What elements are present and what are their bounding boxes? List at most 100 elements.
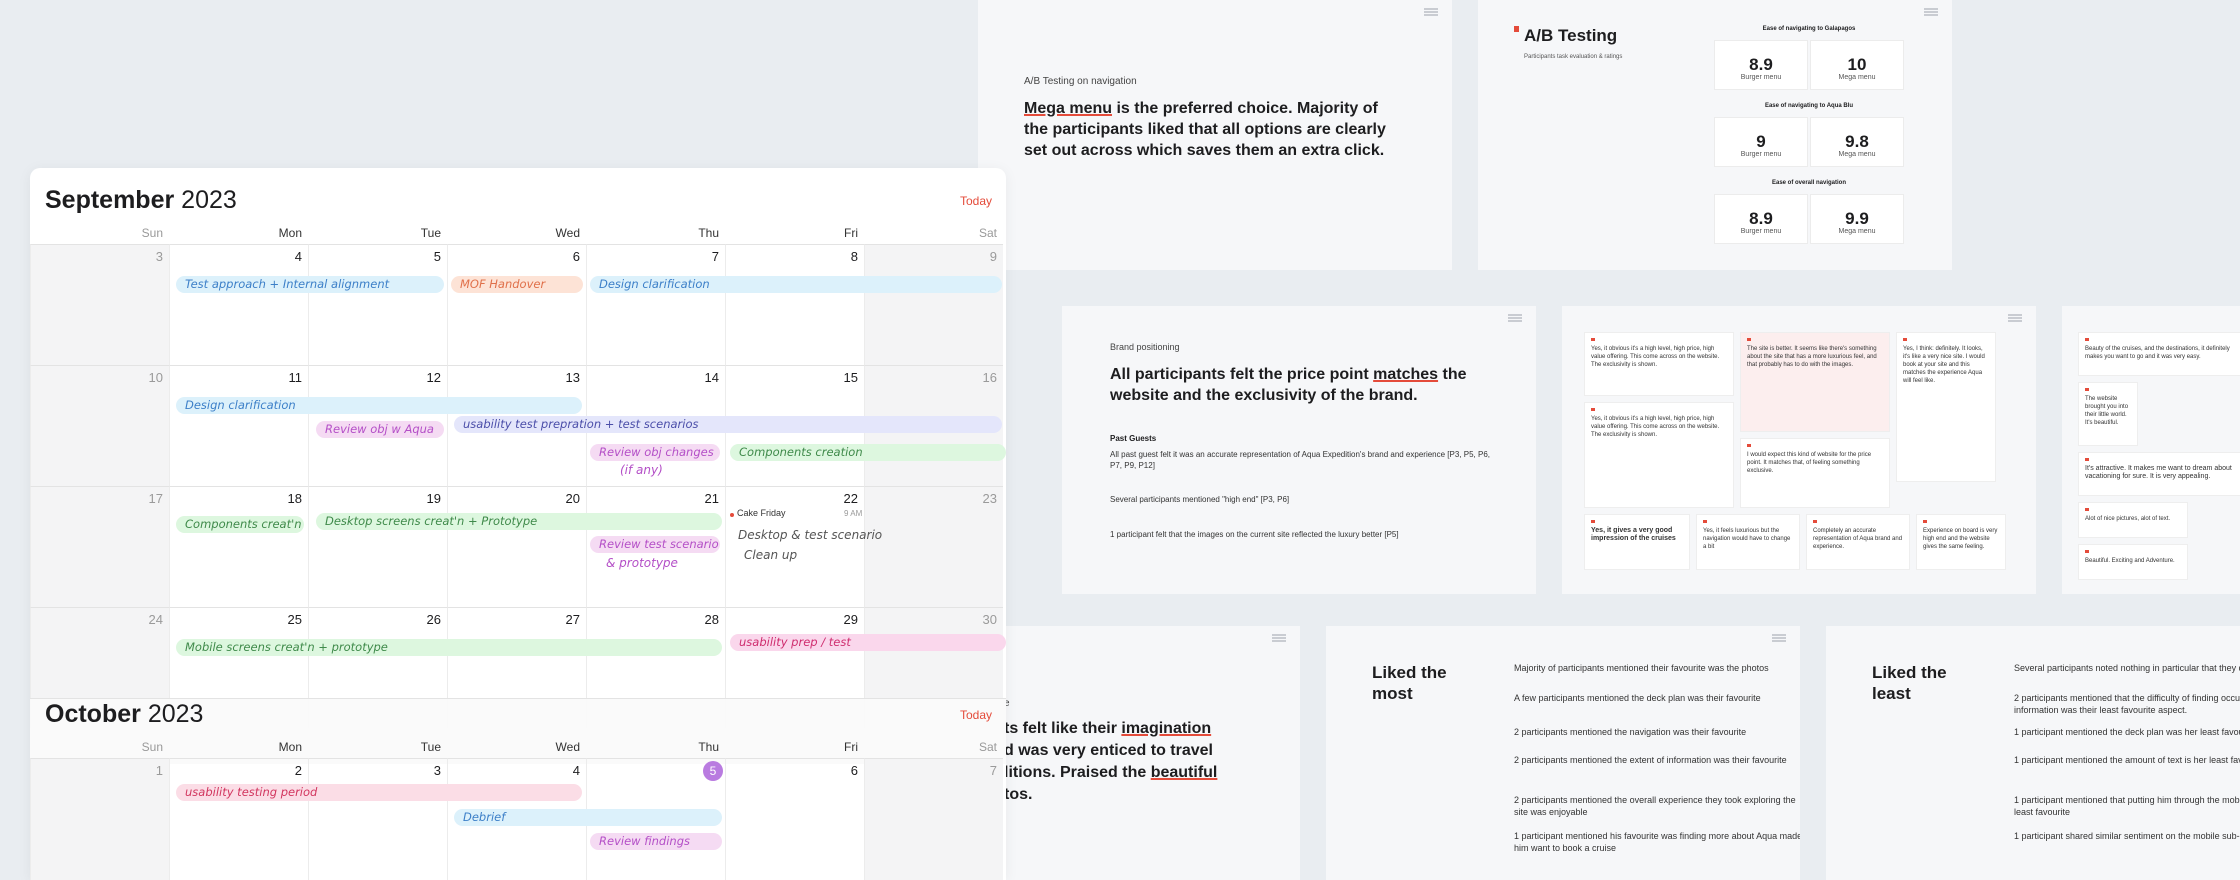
event-mobile-screens[interactable]: Mobile screens creat'n + prototype — [176, 639, 722, 656]
imagination-line: ts felt like their — [1004, 720, 1122, 737]
brand-p2: Several participants mentioned "high end… — [1110, 495, 1290, 504]
event-usability-prep[interactable]: usability prep / test — [730, 634, 1006, 651]
liked-item: A few participants mentioned the deck pl… — [1514, 693, 1761, 703]
brand-headline-highlight: matches — [1373, 366, 1439, 383]
score-box-mega: 10 Mega menu — [1810, 40, 1904, 90]
score-box-mega: 9.9 Mega menu — [1810, 194, 1904, 244]
event-if-any-note: (if any) — [620, 463, 663, 477]
event-dot-icon — [730, 513, 734, 517]
score-caption: Mega menu — [1838, 151, 1876, 158]
score-group-label: Ease of navigating to Galapagos — [1762, 26, 1856, 32]
liked-least-card: Liked the least Several participants not… — [1826, 626, 2240, 880]
event-debrief[interactable]: Debrief — [454, 809, 722, 826]
event-desktop-test-note: Desktop & test scenario — [738, 528, 883, 542]
score-group-label: Ease of overall navigation — [1771, 180, 1847, 186]
liked-item: 1 participant mentioned the amount of te… — [2014, 755, 2240, 765]
drag-handle-icon[interactable] — [1772, 634, 1786, 642]
ab-nav-highlight: Mega menu — [1024, 100, 1113, 117]
score-caption: Mega menu — [1838, 74, 1876, 81]
ab-nav-headline: Mega menu is the preferred choice. Major… — [1024, 98, 1404, 161]
sticky-note: The site is better. It seems like there'… — [1740, 332, 1890, 432]
drag-handle-icon[interactable] — [1424, 8, 1438, 16]
drag-handle-icon[interactable] — [1272, 634, 1286, 642]
drag-handle-icon[interactable] — [1924, 8, 1938, 16]
imagination-highlight: beautiful — [1150, 764, 1218, 781]
event-review-findings[interactable]: Review findings — [590, 833, 722, 850]
sticky-notes-card: Yes, it obvious it's a high level, high … — [1562, 306, 2036, 594]
event-cake-friday[interactable]: Cake Friday — [737, 508, 786, 518]
ab-navigation-card: A/B Testing on navigation Mega menu is t… — [978, 0, 1452, 270]
event-prototype-note: & prototype — [606, 556, 678, 570]
score-group-label: Ease of navigating to Aqua Blu — [1764, 103, 1854, 109]
event-usability-period[interactable]: usability testing period — [176, 784, 582, 801]
event-desktop-screens[interactable]: Desktop screens creat'n + Prototype — [316, 513, 722, 530]
liked-least-title: Liked the least — [1872, 663, 1947, 703]
liked-item: 1 participant shared similar sentiment o… — [2014, 831, 2240, 841]
score-caption: Burger menu — [1740, 228, 1782, 235]
liked-item: 2 participants mentioned that the diffic… — [2014, 693, 2240, 715]
events-layer: Test approach + Internal alignment MOF Ha… — [30, 168, 1006, 880]
score-value: 9 — [1756, 132, 1766, 151]
event-mof-handover[interactable]: MOF Handover — [451, 276, 583, 293]
imagination-headline: ts felt like their imagination d was ver… — [1004, 718, 1244, 806]
imagination-highlight: imagination — [1121, 720, 1212, 737]
event-components[interactable]: Components creat'n — [176, 516, 304, 533]
liked-item: Several participants noted nothing in pa… — [2014, 663, 2240, 673]
drag-handle-icon[interactable] — [1508, 314, 1522, 322]
drag-handle-icon[interactable] — [2008, 314, 2022, 322]
event-components-creation[interactable]: Components creation — [730, 444, 1006, 461]
score-value: 8.9 — [1749, 55, 1773, 74]
event-review-changes[interactable]: Review obj changes — [590, 444, 720, 461]
score-box-burger: 8.9 Burger menu — [1714, 194, 1808, 244]
brand-positioning-card: Brand positioning All participants felt … — [1062, 306, 1536, 594]
imagination-line: tos. — [1004, 786, 1033, 803]
sticky-note: Alot of nice pictures, alot of text. — [2078, 502, 2188, 538]
event-review-aqua[interactable]: Review obj w Aqua — [316, 421, 444, 438]
event-design-clarification[interactable]: Design clarification — [176, 397, 582, 414]
imagination-line: litions. Praised the — [1004, 764, 1151, 781]
brand-headline-a: All participants felt the price point — [1110, 366, 1374, 383]
score-value: 9.8 — [1845, 132, 1869, 151]
liked-most-card: Liked the most Majority of participants … — [1326, 626, 1800, 880]
sticky-note: Yes, I think: definitely. It looks, it's… — [1896, 332, 1996, 482]
score-caption: Burger menu — [1740, 74, 1782, 81]
brand-sub: Past Guests — [1110, 434, 1157, 443]
liked-most-title: Liked the most — [1372, 663, 1447, 703]
score-value: 8.9 — [1749, 209, 1773, 228]
score-box-burger: 8.9 Burger menu — [1714, 40, 1808, 90]
score-caption: Mega menu — [1838, 228, 1876, 235]
event-test-approach[interactable]: Test approach + Internal alignment — [176, 276, 444, 293]
liked-item: 1 participant mentioned his favourite wa… — [1514, 831, 1800, 853]
sticky-note: Yes, it obvious it's a high level, high … — [1584, 332, 1734, 396]
score-box-burger: 9 Burger menu — [1714, 117, 1808, 167]
ab-scores-title: A/B Testing — [1524, 26, 1618, 45]
ab-nav-label: A/B Testing on navigation — [1024, 76, 1137, 87]
sticky-note: Yes, it gives a very good impression of … — [1584, 514, 1690, 570]
sticky-note: I would expect this kind of website for … — [1740, 438, 1890, 508]
liked-item: 1 participant mentioned the deck plan wa… — [2014, 727, 2240, 737]
event-review-scenario[interactable]: Review test scenario — [590, 536, 720, 553]
liked-item: 1 participant mentioned that putting him… — [2014, 795, 2240, 817]
sticky-note: The website brought you into their littl… — [2078, 382, 2138, 446]
far-right-card: Beauty of the cruises, and the destinati… — [2062, 306, 2240, 594]
ab-scores-subtitle: Participants task evaluation & ratings — [1524, 54, 1623, 60]
liked-item: 2 participants mentioned the navigation … — [1514, 727, 1747, 737]
event-time: 9 AM — [844, 509, 863, 518]
event-clean-up-note: Clean up — [744, 548, 798, 562]
sticky-note: Experience on board is very high end and… — [1916, 514, 2006, 570]
sticky-note: Completely an accurate representation of… — [1806, 514, 1910, 570]
score-value: 9.9 — [1845, 209, 1869, 228]
sticky-note: Beautiful. Exciting and Adventure. — [2078, 544, 2188, 580]
brand-p3: 1 participant felt that the images on th… — [1110, 530, 1399, 539]
accent-marker — [1514, 26, 1519, 32]
event-usability-test-prep[interactable]: usability test prepration + test scenari… — [454, 416, 1002, 433]
sticky-note: Beauty of the cruises, and the destinati… — [2078, 332, 2240, 376]
sticky-note: Yes, it feels luxurious but the navigati… — [1696, 514, 1800, 570]
score-value: 10 — [1847, 55, 1867, 74]
ab-scores-card: A/B Testing Participants task evaluation… — [1478, 0, 1952, 270]
brand-label: Brand positioning — [1110, 342, 1180, 352]
score-box-mega: 9.8 Mega menu — [1810, 117, 1904, 167]
event-design-clarification[interactable]: Design clarification — [590, 276, 1002, 293]
sticky-note: It's attractive. It makes me want to dre… — [2078, 452, 2240, 496]
liked-item: 2 participants mentioned the extent of i… — [1514, 755, 1787, 765]
